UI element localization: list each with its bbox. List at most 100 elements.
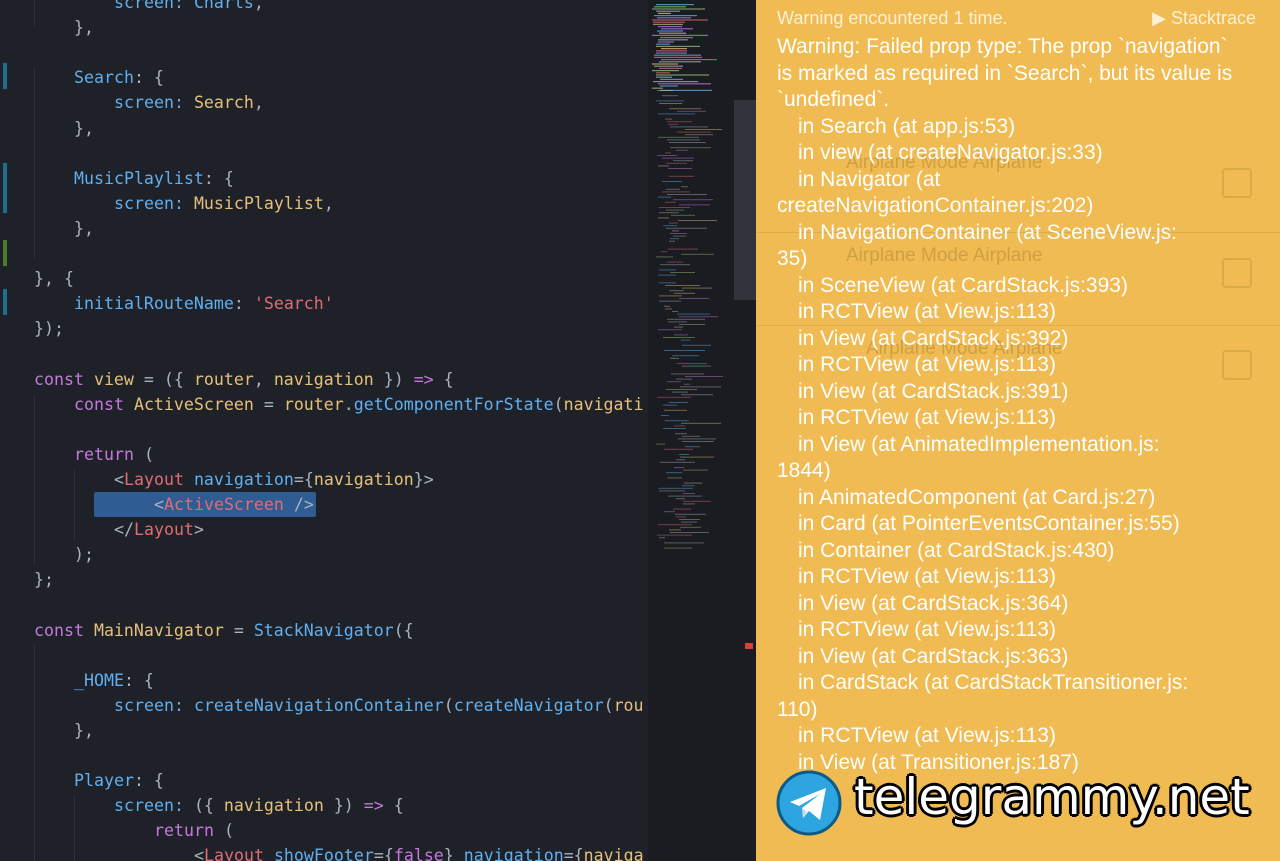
- code-token: .: [343, 394, 354, 414]
- code-token: );: [74, 545, 94, 565]
- code-token: {: [433, 369, 454, 389]
- code-line[interactable]: screen: ({ navigation }) => {: [114, 793, 404, 818]
- code-token: MusicPlaylist: [193, 193, 324, 213]
- code-token: }: [443, 846, 464, 861]
- telegram-logo-icon: [776, 770, 842, 836]
- stack-frame[interactable]: in Search (at app.js:53): [777, 114, 1247, 141]
- code-token: screen:: [114, 796, 194, 816]
- stack-frame[interactable]: in RCTView (at View.js:113): [777, 405, 1247, 432]
- code-line[interactable]: return (: [74, 442, 154, 467]
- code-token: Search: [193, 93, 254, 113]
- code-line[interactable]: const view = ({ router, navigation }) =>…: [34, 367, 454, 392]
- code-token: <: [154, 495, 164, 514]
- stack-frame[interactable]: in SceneView (at CardStack.js:393): [777, 273, 1247, 300]
- scrollbar-thumb[interactable]: [734, 100, 756, 300]
- code-token: ({: [393, 620, 414, 640]
- code-token: createNavigationContainer: [193, 695, 444, 715]
- stack-frame[interactable]: in View (at AnimatedImplementation.js:: [777, 432, 1247, 459]
- code-line[interactable]: });: [34, 316, 64, 341]
- code-token: >: [193, 520, 204, 540]
- stack-frame[interactable]: in View (at CardStack.js:364): [777, 591, 1247, 618]
- code-line[interactable]: screen: Charts,: [114, 0, 264, 15]
- code-token: MusicPlaylist: [74, 168, 204, 188]
- code-token: =: [223, 620, 254, 640]
- code-token: router: [283, 394, 344, 414]
- code-line[interactable]: };: [34, 567, 54, 592]
- code-editor[interactable]: screen: Charts,}, Search: {screen: Search…: [0, 0, 650, 861]
- code-line[interactable]: </Layout>: [114, 517, 204, 542]
- code-token: ={: [293, 469, 314, 489]
- code-line[interactable]: <Layout showFooter={false} navigation={n…: [194, 843, 644, 861]
- code-line[interactable]: MusicPlaylist: {: [74, 166, 234, 191]
- code-token: false: [393, 846, 444, 861]
- code-line[interactable]: <Layout navigation={navigation}>: [114, 467, 434, 492]
- stack-frame[interactable]: in RCTView (at View.js:113): [777, 564, 1247, 591]
- stack-frame[interactable]: in Container (at CardStack.js:430): [777, 538, 1247, 565]
- code-token: ,: [253, 0, 264, 12]
- stacktrace-toggle-button[interactable]: ▶ Stacktrace: [1152, 8, 1256, 29]
- code-token: <: [194, 846, 204, 861]
- code-line[interactable]: },: [74, 15, 94, 40]
- stack-frame[interactable]: in NavigationContainer (at SceneView.js:: [777, 220, 1247, 247]
- code-token: ActiveScreen: [133, 394, 254, 414]
- code-token: const: [34, 369, 94, 389]
- stack-frame[interactable]: in RCTView (at View.js:113): [777, 617, 1247, 644]
- code-token: : {: [123, 670, 154, 690]
- code-line[interactable]: Player: {: [74, 768, 164, 793]
- warning-message: Warning: Failed prop type: The prop `nav…: [777, 35, 1233, 111]
- code-line[interactable]: screen: Search,: [114, 90, 264, 115]
- warning-redbox[interactable]: Airplane Mode Airplane Airplane Mode Air…: [756, 0, 1280, 861]
- stack-frame[interactable]: in View (at CardStack.js:392): [777, 326, 1247, 353]
- code-token: view: [93, 369, 134, 389]
- code-line[interactable]: }, {: [34, 266, 74, 291]
- code-line[interactable]: },: [74, 216, 94, 241]
- watermark: telegrammy.net: [776, 768, 1266, 836]
- stack-frame[interactable]: in RCTView (at View.js:113): [777, 352, 1247, 379]
- code-line[interactable]: _HOME: {: [74, 668, 154, 693]
- code-line[interactable]: <ActiveScreen />: [154, 492, 314, 517]
- code-token: screen:: [114, 193, 194, 213]
- code-token: : {: [203, 168, 234, 188]
- code-token: (: [553, 394, 564, 414]
- stack-frame[interactable]: in RCTView (at View.js:113): [777, 299, 1247, 326]
- code-token: ,: [323, 193, 334, 213]
- stack-frame[interactable]: in View (at CardStack.js:391): [777, 379, 1247, 406]
- stack-frame[interactable]: in AnimatedComponent (at Card.js:27): [777, 485, 1247, 512]
- code-token: =>: [413, 369, 434, 389]
- code-token: navigation: [463, 846, 564, 861]
- code-token: ({: [193, 796, 224, 816]
- code-token: screen:: [114, 0, 194, 12]
- code-token: rou: [613, 695, 644, 715]
- stack-frame[interactable]: in CardStack (at CardStackTransitioner.j…: [777, 670, 1247, 697]
- code-token: }, {: [34, 269, 74, 289]
- code-line[interactable]: screen: createNavigationContainer(create…: [114, 693, 644, 718]
- warning-message-block[interactable]: Warning: Failed prop type: The prop `nav…: [777, 34, 1247, 776]
- code-token: screen:: [114, 93, 194, 113]
- code-line[interactable]: const ActiveScreen = router.getComponent…: [74, 392, 644, 417]
- stack-frame[interactable]: in RCTView (at View.js:113): [777, 723, 1247, 750]
- code-line[interactable]: },: [74, 116, 94, 141]
- code-line[interactable]: return (: [154, 818, 234, 843]
- code-token: return: [74, 444, 134, 464]
- code-token: navigation: [273, 369, 374, 389]
- code-token: : {: [133, 771, 164, 791]
- code-line[interactable]: initialRouteName: 'Search': [74, 291, 334, 316]
- stack-frame[interactable]: in view (at createNavigator.js:33): [777, 140, 1247, 167]
- code-token: _HOME: [74, 670, 124, 690]
- code-line[interactable]: },: [74, 718, 94, 743]
- code-token: });: [34, 319, 64, 339]
- code-token: =>: [363, 796, 384, 816]
- stack-frame[interactable]: in Card (at PointerEventsContainer.js:55…: [777, 511, 1247, 538]
- code-line[interactable]: const MainNavigator = StackNavigator({: [34, 618, 414, 643]
- code-token: showFooter: [263, 846, 374, 861]
- code-line[interactable]: screen: MusicPlaylist,: [114, 191, 334, 216]
- component-stack: in Search (at app.js:53) in view (at crea…: [777, 114, 1247, 777]
- stack-frame[interactable]: in View (at CardStack.js:363): [777, 644, 1247, 671]
- stack-frame[interactable]: in Navigator (at: [777, 167, 1247, 194]
- code-lines[interactable]: screen: Charts,}, Search: {screen: Search…: [0, 0, 650, 861]
- code-line[interactable]: );: [74, 542, 94, 567]
- minimap-error-marker: [745, 643, 753, 649]
- code-token: ,: [253, 93, 264, 113]
- code-token: StackNavigator: [253, 620, 394, 640]
- code-line[interactable]: Search: {: [74, 65, 164, 90]
